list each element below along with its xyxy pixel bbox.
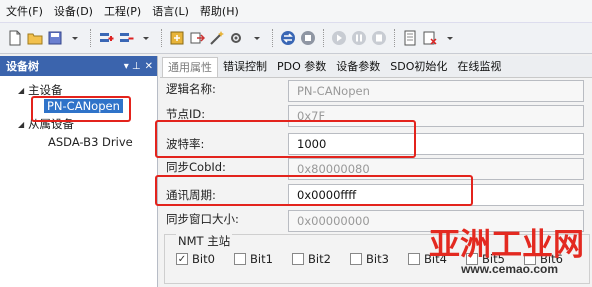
toolbar xyxy=(0,22,592,54)
new-file-icon[interactable] xyxy=(6,29,24,47)
toolbar-separator xyxy=(272,29,273,47)
bit-label: Bit2 xyxy=(308,252,331,266)
expand-arrow-icon[interactable]: ◢ xyxy=(18,120,28,129)
toolbar-separator xyxy=(161,29,162,47)
remove-device-icon[interactable] xyxy=(117,29,135,47)
comm-cycle-field[interactable]: 0x0000ffff xyxy=(288,184,584,206)
import-icon[interactable] xyxy=(168,29,186,47)
checkbox-checked-icon[interactable]: ✓ xyxy=(176,253,188,265)
sync-cobid-field: 0x80000080 xyxy=(288,158,584,180)
toolbar-separator xyxy=(90,29,91,47)
document-icon[interactable] xyxy=(401,29,419,47)
bit1-checkbox[interactable]: Bit1 xyxy=(234,252,292,266)
open-folder-icon[interactable] xyxy=(26,29,44,47)
watermark: 亚洲工业网 www.cemao.com xyxy=(412,228,592,287)
property-row-logical-name: 逻辑名称: PN-CANopen xyxy=(160,79,592,103)
menu-bar: 文件(F) 设备(D) 工程(P) 语言(L) 帮助(H) xyxy=(0,0,592,22)
save-icon[interactable] xyxy=(46,29,64,47)
tree-item-label: ASDA-B3 Drive xyxy=(48,135,133,149)
tab-pdo-params[interactable]: PDO 参数 xyxy=(272,57,331,77)
tree-item-pn-canopen[interactable]: PN-CANopen xyxy=(0,98,157,114)
watermark-text: 亚洲工业网 xyxy=(429,227,584,263)
tab-sdo-init[interactable]: SDO初始化 xyxy=(385,57,452,77)
pause-icon[interactable] xyxy=(350,29,368,47)
property-label: 同步窗口大小: xyxy=(166,212,239,226)
menu-file[interactable]: 文件(F) xyxy=(4,3,52,19)
tab-error-control[interactable]: 错误控制 xyxy=(218,57,272,77)
tree-item-label: 主设备 xyxy=(28,83,63,97)
tree-item-master-devices[interactable]: ◢ 主设备 xyxy=(0,82,157,98)
property-label: 通讯周期: xyxy=(166,188,216,202)
tree-item-label: 从属设备 xyxy=(28,117,74,131)
gear-dropdown-icon[interactable] xyxy=(228,29,246,47)
menu-help[interactable]: 帮助(H) xyxy=(198,3,248,19)
watermark-url: www.cemao.com xyxy=(461,262,558,276)
pin-icon[interactable]: ▾ ⊥ xyxy=(124,61,141,72)
property-row-comm-cycle: 通讯周期: 0x0000ffff xyxy=(160,180,592,206)
property-row-sync-cobid: 同步CobId: 0x80000080 xyxy=(160,157,592,181)
clear-icon[interactable] xyxy=(421,29,439,47)
device-tree: ◢ 主设备 PN-CANopen ◢ 从属设备 ASDA-B3 Drive xyxy=(0,76,157,150)
wand-icon[interactable] xyxy=(208,29,226,47)
device-tree-panel: 设备树 ▾ ⊥ ✕ ◢ 主设备 PN-CANopen ◢ 从属设备 ASDA-B… xyxy=(0,56,158,287)
bit-label: Bit1 xyxy=(250,252,273,266)
expand-arrow-icon[interactable]: ◢ xyxy=(18,86,28,95)
dropdown-icon[interactable] xyxy=(248,29,266,47)
toolbar-separator xyxy=(323,29,324,47)
step-icon[interactable] xyxy=(370,29,388,47)
menu-device[interactable]: 设备(D) xyxy=(52,3,102,19)
tab-device-params[interactable]: 设备参数 xyxy=(331,57,385,77)
export-icon[interactable] xyxy=(188,29,206,47)
tab-bar: 通用属性 错误控制 PDO 参数 设备参数 SDO初始化 在线监视 xyxy=(160,56,592,78)
connect-icon[interactable] xyxy=(279,29,297,47)
bit3-checkbox[interactable]: Bit3 xyxy=(350,252,408,266)
baud-rate-field[interactable]: 1000 xyxy=(288,133,584,155)
tab-general[interactable]: 通用属性 xyxy=(162,57,218,77)
add-device-icon[interactable] xyxy=(97,29,115,47)
device-tree-header: 设备树 ▾ ⊥ ✕ xyxy=(0,56,157,76)
dropdown-icon[interactable] xyxy=(441,29,459,47)
nmt-master-title: NMT 主站 xyxy=(176,233,233,249)
checkbox-icon[interactable] xyxy=(234,253,246,265)
property-label: 逻辑名称: xyxy=(166,82,216,96)
device-tree-title: 设备树 xyxy=(6,60,39,73)
bit-label: Bit0 xyxy=(192,252,215,266)
tree-item-label: PN-CANopen xyxy=(44,99,123,113)
bit2-checkbox[interactable]: Bit2 xyxy=(292,252,350,266)
bit0-checkbox[interactable]: ✓ Bit0 xyxy=(176,252,234,266)
property-label: 节点ID: xyxy=(166,107,206,121)
dropdown-icon[interactable] xyxy=(137,29,155,47)
logical-name-field: PN-CANopen xyxy=(288,80,584,102)
checkbox-icon[interactable] xyxy=(292,253,304,265)
toolbar-separator xyxy=(394,29,395,47)
tab-online-monitor[interactable]: 在线监视 xyxy=(452,57,506,77)
menu-project[interactable]: 工程(P) xyxy=(102,3,150,19)
property-row-baud-rate: 波特率: 1000 xyxy=(160,129,592,155)
property-label: 波特率: xyxy=(166,137,205,151)
property-label: 同步CobId: xyxy=(166,160,226,174)
node-id-field: 0x7F xyxy=(288,105,584,127)
run-icon[interactable] xyxy=(330,29,348,47)
tree-item-asda-b3-drive[interactable]: ASDA-B3 Drive xyxy=(0,134,157,150)
close-icon[interactable]: ✕ xyxy=(145,61,153,72)
tree-item-slave-devices[interactable]: ◢ 从属设备 xyxy=(0,116,157,132)
checkbox-icon[interactable] xyxy=(350,253,362,265)
bit-label: Bit3 xyxy=(366,252,389,266)
save-dropdown-icon[interactable] xyxy=(66,29,84,47)
stop-icon[interactable] xyxy=(299,29,317,47)
property-row-node-id: 节点ID: 0x7F xyxy=(160,104,592,128)
menu-language[interactable]: 语言(L) xyxy=(150,3,198,19)
